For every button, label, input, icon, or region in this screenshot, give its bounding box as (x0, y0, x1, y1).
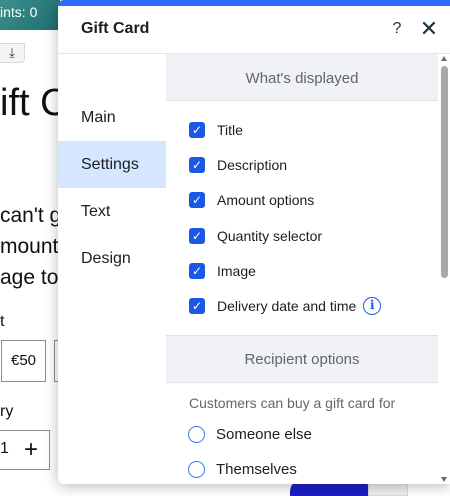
quantity-value: 1 (0, 440, 9, 457)
panel-sidebar: Main Settings Text Design (58, 54, 166, 484)
option-label: Title (217, 121, 243, 138)
section-title-displayed: What's displayed (166, 54, 438, 101)
scroll-thumb[interactable] (441, 66, 448, 278)
displayed-options-list: ✓ Title ✓ Description ✓ Amount options ✓… (166, 101, 450, 335)
option-description[interactable]: ✓ Description (189, 147, 450, 182)
radio-label: Someone else (216, 425, 312, 443)
quantity-plus-button[interactable]: + (24, 436, 38, 464)
option-delivery-date[interactable]: ✓ Delivery date and time i (189, 288, 450, 323)
sidebar-item-design[interactable]: Design (58, 235, 166, 282)
panel-title: Gift Card (81, 20, 150, 37)
close-button[interactable]: ✕ (419, 18, 439, 40)
recipient-description: Customers can buy a gift card for (189, 394, 396, 411)
option-amount-options[interactable]: ✓ Amount options (189, 183, 450, 218)
checkbox-checked[interactable]: ✓ (189, 262, 205, 279)
download-icon[interactable]: ⤓ (0, 43, 25, 63)
option-image[interactable]: ✓ Image (189, 253, 450, 288)
sidebar-item-main[interactable]: Main (58, 94, 166, 141)
amount-label: t (0, 313, 5, 330)
checkbox-checked[interactable]: ✓ (189, 192, 205, 209)
option-label: Description (217, 156, 288, 173)
checkbox-checked[interactable]: ✓ (189, 298, 205, 315)
option-quantity-selector[interactable]: ✓ Quantity selector (189, 218, 450, 253)
option-label: Image (217, 262, 256, 279)
option-title[interactable]: ✓ Title (189, 112, 450, 147)
settings-content: What's displayed ✓ Title ✓ Description ✓… (166, 54, 450, 484)
option-label: Delivery date and time (217, 298, 357, 315)
option-label: Amount options (217, 192, 315, 209)
points-counter: ints: 0 (0, 4, 38, 20)
checkbox-checked[interactable]: ✓ (189, 156, 205, 173)
sidebar-item-text[interactable]: Text (58, 188, 166, 235)
sidebar-item-settings[interactable]: Settings (58, 141, 166, 188)
radio-label: Themselves (216, 460, 297, 478)
option-label: Quantity selector (217, 227, 323, 244)
settings-panel: Gift Card ? ✕ Main Settings Text Design … (58, 0, 450, 484)
scroll-up-arrow-icon[interactable] (441, 56, 447, 61)
product-description-line: mount (0, 235, 59, 258)
radio-option-someone-else[interactable]: Someone else (166, 417, 450, 452)
info-icon[interactable]: i (363, 297, 382, 316)
quantity-label: ry (0, 403, 14, 420)
checkbox-checked[interactable]: ✓ (189, 121, 205, 138)
radio-button[interactable] (188, 425, 205, 443)
section-title-recipient: Recipient options (166, 334, 438, 383)
radio-option-themselves[interactable]: Themselves (166, 452, 450, 484)
checkbox-checked[interactable]: ✓ (189, 227, 205, 244)
radio-button[interactable] (188, 460, 205, 478)
product-description-line: age to (0, 266, 59, 289)
content-scrollbar[interactable] (438, 54, 450, 484)
panel-header: Gift Card ? ✕ (58, 6, 450, 54)
scroll-down-arrow-icon[interactable] (441, 477, 447, 482)
amount-option-button[interactable]: €50 (1, 340, 46, 382)
help-button[interactable]: ? (387, 18, 407, 40)
